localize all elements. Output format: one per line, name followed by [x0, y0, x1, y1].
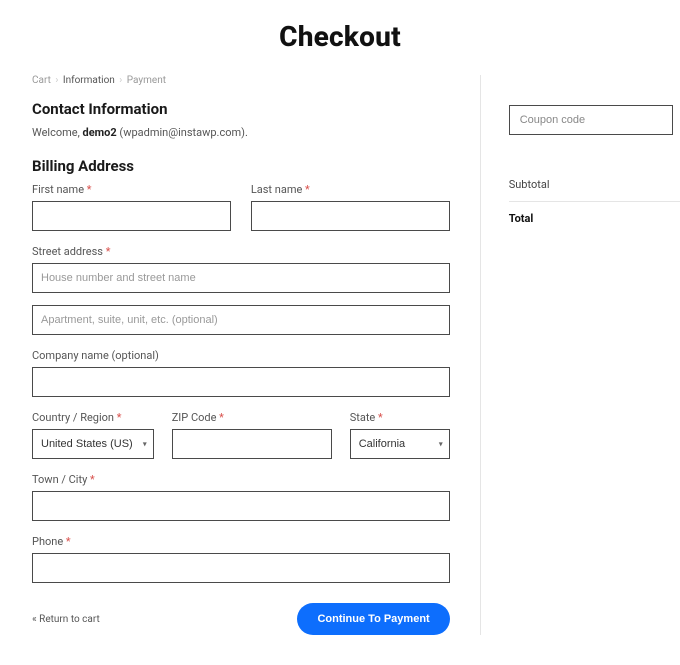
continue-to-payment-button[interactable]: Continue To Payment: [297, 603, 449, 635]
country-label: Country / Region *: [32, 411, 154, 424]
first-name-input[interactable]: [32, 201, 231, 231]
coupon-code-input[interactable]: [509, 105, 673, 135]
required-mark: *: [106, 245, 111, 258]
chevron-right-icon: ›: [119, 75, 122, 86]
billing-heading: Billing Address: [32, 157, 450, 175]
phone-label: Phone *: [32, 535, 450, 548]
last-name-label: Last name *: [251, 183, 450, 196]
required-mark: *: [378, 411, 383, 424]
zip-label: ZIP Code *: [172, 411, 332, 424]
first-name-label: First name *: [32, 183, 231, 196]
welcome-prefix: Welcome,: [32, 126, 83, 139]
required-mark: *: [90, 473, 95, 486]
company-input[interactable]: [32, 367, 450, 397]
chevron-right-icon: ›: [55, 75, 58, 86]
street-label-text: Street address: [32, 245, 103, 258]
street-label: Street address *: [32, 245, 450, 258]
company-label: Company name (optional): [32, 349, 450, 362]
country-select[interactable]: United States (US): [32, 429, 154, 459]
last-name-input[interactable]: [251, 201, 450, 231]
breadcrumb-cart[interactable]: Cart: [32, 75, 51, 86]
breadcrumb-payment: Payment: [127, 75, 166, 86]
city-label-text: Town / City: [32, 473, 87, 486]
phone-label-text: Phone: [32, 535, 63, 548]
zip-label-text: ZIP Code: [172, 411, 217, 424]
country-label-text: Country / Region: [32, 411, 114, 424]
subtotal-label: Subtotal: [509, 178, 550, 191]
required-mark: *: [305, 183, 310, 196]
state-select[interactable]: California: [350, 429, 450, 459]
total-label: Total: [509, 212, 534, 225]
page-title: Checkout: [32, 20, 648, 53]
state-label: State *: [350, 411, 450, 424]
breadcrumb-information: Information: [63, 75, 115, 86]
last-name-label-text: Last name: [251, 183, 302, 196]
street-address-2-input[interactable]: [32, 305, 450, 335]
subtotal-row: Subtotal $0.00: [509, 170, 680, 199]
city-label: Town / City *: [32, 473, 450, 486]
state-label-text: State: [350, 411, 376, 424]
first-name-label-text: First name: [32, 183, 84, 196]
street-address-1-input[interactable]: [32, 263, 450, 293]
welcome-username: demo2: [83, 126, 117, 139]
city-input[interactable]: [32, 491, 450, 521]
required-mark: *: [87, 183, 92, 196]
zip-input[interactable]: [172, 429, 332, 459]
return-to-cart-link[interactable]: « Return to cart: [32, 614, 100, 625]
contact-heading: Contact Information: [32, 100, 450, 118]
required-mark: *: [66, 535, 71, 548]
required-mark: *: [219, 411, 224, 424]
breadcrumb: Cart › Information › Payment: [32, 75, 450, 86]
total-row: Total $0.00: [509, 201, 680, 233]
required-mark: *: [117, 411, 122, 424]
phone-input[interactable]: [32, 553, 450, 583]
welcome-email: (wpadmin@instawp.com).: [117, 126, 248, 139]
welcome-text: Welcome, demo2 (wpadmin@instawp.com).: [32, 126, 450, 139]
